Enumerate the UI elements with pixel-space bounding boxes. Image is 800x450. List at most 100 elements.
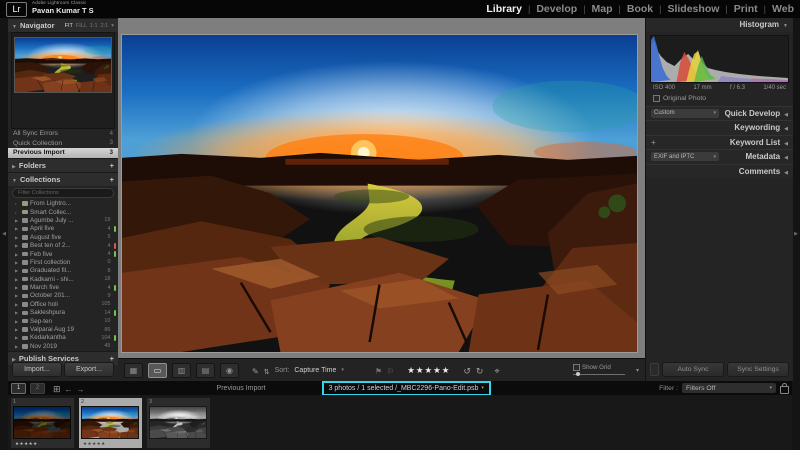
collection-item[interactable]: Agumbe July ...19	[8, 216, 118, 224]
catalog-item[interactable]: All Sync Errors4	[8, 129, 118, 139]
zoom-fill[interactable]: FILL	[76, 23, 87, 29]
comments-header[interactable]: Comments	[646, 164, 793, 179]
metadata-preset-select[interactable]: EXIF and IPTC	[651, 152, 719, 161]
collection-item[interactable]: April five4	[8, 225, 118, 233]
filmstrip-thumbnail[interactable]: 2★★★★★	[78, 397, 143, 449]
add-keyword-icon[interactable]: +	[651, 138, 656, 147]
painter-tool-icon[interactable]	[252, 361, 259, 379]
module-slideshow[interactable]: Slideshow	[667, 3, 719, 15]
catalog-item[interactable]: Previous Import3	[8, 148, 118, 158]
sync-settings-button[interactable]: Sync Settings	[727, 362, 789, 377]
module-print[interactable]: Print	[734, 3, 758, 15]
navigate-icon[interactable]	[494, 361, 499, 379]
quick-develop-header[interactable]: Custom Quick Develop	[646, 106, 793, 121]
collection-item[interactable]: Kedarkantha104	[8, 334, 118, 342]
module-book[interactable]: Book	[627, 3, 653, 15]
sort-value[interactable]: Capture Time	[294, 367, 336, 374]
disclosure-icon[interactable]	[15, 302, 20, 307]
filter-lock-icon[interactable]	[780, 386, 789, 394]
filmstrip-thumbnail[interactable]: 1★★★★★	[10, 397, 75, 449]
navigator-header[interactable]: Navigator FIT FILL 1:1 2:1	[8, 18, 118, 32]
right-panel-collapse[interactable]	[792, 18, 800, 450]
metadata-header[interactable]: EXIF and IPTC Metadata	[646, 149, 793, 164]
catalog-item[interactable]: Quick Collection3	[8, 139, 118, 149]
people-view-button[interactable]	[220, 363, 239, 378]
toolbar-options-icon[interactable]	[636, 367, 639, 374]
import-button[interactable]: Import...	[12, 362, 62, 377]
histogram-graph[interactable]	[650, 35, 789, 83]
disclosure-icon[interactable]	[15, 201, 20, 206]
star-rating[interactable]: ★★★★★	[407, 365, 450, 376]
disclosure-icon[interactable]	[15, 319, 20, 324]
main-window-button[interactable]: 1	[11, 383, 26, 394]
loupe-view-button[interactable]	[148, 363, 167, 378]
grid-view-button[interactable]	[124, 363, 143, 378]
rotate-left-icon[interactable]	[463, 361, 471, 379]
disclosure-icon[interactable]	[15, 310, 20, 315]
disclosure-icon[interactable]	[15, 344, 20, 349]
second-window-button[interactable]: 2	[30, 383, 45, 394]
collection-item[interactable]: Smart Collec...	[8, 208, 118, 216]
module-develop[interactable]: Develop	[536, 3, 577, 15]
pick-flag-icon[interactable]	[375, 361, 382, 379]
disclosure-icon[interactable]	[15, 252, 20, 257]
sort-dropdown-icon[interactable]	[341, 367, 344, 373]
zoom-dropdown-icon[interactable]	[111, 23, 114, 29]
auto-sync-button[interactable]: Auto Sync	[662, 362, 724, 377]
module-map[interactable]: Map	[592, 3, 613, 15]
zoom-1-1[interactable]: 1:1	[90, 23, 98, 29]
main-photo[interactable]	[122, 35, 637, 352]
disclosure-icon[interactable]	[15, 210, 20, 215]
disclosure-icon[interactable]	[15, 260, 20, 265]
collection-item[interactable]: October 201...9	[8, 292, 118, 300]
disclosure-icon[interactable]	[15, 277, 20, 282]
saved-preset-select[interactable]: Custom	[651, 109, 719, 118]
left-panel-collapse[interactable]	[0, 18, 8, 450]
export-button[interactable]: Export...	[64, 362, 114, 377]
collection-item[interactable]: Kadkarni - shi...18	[8, 275, 118, 283]
filmstrip-thumbnail[interactable]: 3	[146, 397, 211, 449]
collection-item[interactable]: First collection0	[8, 258, 118, 266]
collection-item[interactable]: March five4	[8, 283, 118, 291]
collection-item[interactable]: Feb five4	[8, 250, 118, 258]
disclosure-icon[interactable]	[15, 335, 20, 340]
add-collection-icon[interactable]	[110, 175, 114, 184]
zoom-slider-knob[interactable]	[576, 372, 581, 377]
disclosure-icon[interactable]	[15, 218, 20, 223]
collection-item[interactable]: From Lightro...	[8, 200, 118, 208]
breadcrumb[interactable]: Previous Import	[217, 385, 266, 392]
keywording-header[interactable]: Keywording	[646, 120, 793, 135]
keyword-list-header[interactable]: + Keyword List	[646, 135, 793, 150]
reject-flag-icon[interactable]	[387, 361, 394, 379]
folders-header[interactable]: Folders	[8, 158, 118, 172]
collection-item[interactable]: Sep-ten10	[8, 317, 118, 325]
module-web[interactable]: Web	[772, 3, 794, 15]
navigator-preview[interactable]	[11, 32, 115, 129]
collection-item[interactable]: Best ten of 2...4	[8, 241, 118, 249]
filter-select[interactable]: Filters Off	[682, 383, 776, 393]
rotate-right-icon[interactable]	[476, 361, 484, 379]
disclosure-icon[interactable]	[15, 268, 20, 273]
collection-item[interactable]: August five5	[8, 233, 118, 241]
zoom-slider[interactable]	[573, 372, 625, 377]
auto-sync-toggle[interactable]	[650, 363, 659, 376]
disclosure-icon[interactable]	[15, 285, 20, 290]
sort-direction-icon[interactable]	[264, 361, 270, 379]
original-photo-checkbox[interactable]	[653, 95, 660, 102]
selection-info-box[interactable]: 3 photos / 1 selected /_MBC2296-Pano-Edi…	[322, 381, 491, 396]
survey-view-button[interactable]	[196, 363, 215, 378]
show-grid-checkbox[interactable]	[573, 364, 580, 371]
zoom-fit[interactable]: FIT	[65, 23, 73, 29]
zoom-2-1[interactable]: 2:1	[101, 23, 109, 29]
filter-collections-input[interactable]: Filter Collections	[12, 188, 114, 198]
add-folder-icon[interactable]	[110, 161, 114, 170]
disclosure-icon[interactable]	[15, 226, 20, 231]
disclosure-icon[interactable]	[15, 235, 20, 240]
collection-item[interactable]: Nov 201945	[8, 342, 118, 350]
disclosure-icon[interactable]	[15, 293, 20, 298]
collection-item[interactable]: Office holi105	[8, 300, 118, 308]
collections-header[interactable]: Collections	[8, 172, 118, 186]
module-library[interactable]: Library	[486, 3, 522, 15]
collection-item[interactable]: Graduated fil...8	[8, 267, 118, 275]
disclosure-icon[interactable]	[15, 327, 20, 332]
